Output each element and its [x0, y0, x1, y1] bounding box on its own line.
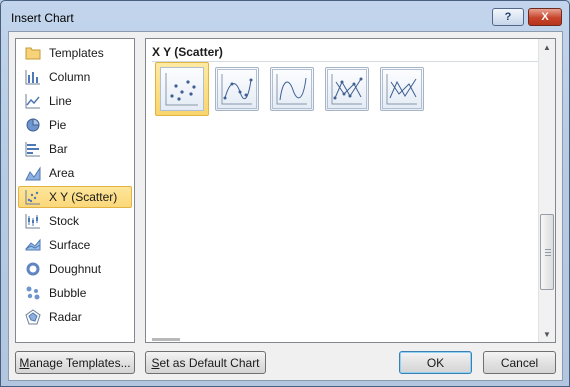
- title-bar[interactable]: Insert Chart ? X: [1, 1, 569, 31]
- sidebar-item-label: Pie: [49, 118, 67, 132]
- ok-button[interactable]: OK: [399, 351, 472, 374]
- scrollbar-grip-icon: [545, 249, 551, 256]
- thumb-scatter-straight-lines[interactable]: [380, 67, 424, 111]
- button-label: et as Default Chart: [159, 355, 260, 370]
- sidebar-item-bar[interactable]: Bar: [18, 138, 132, 160]
- sidebar-item-area[interactable]: Area: [18, 162, 132, 184]
- stock-chart-icon: [25, 213, 41, 229]
- sidebar-item-templates[interactable]: Templates: [18, 42, 132, 64]
- thumb-scatter-smooth-lines-markers[interactable]: [215, 67, 259, 111]
- cancel-button[interactable]: Cancel: [483, 351, 556, 374]
- chart-type-list: Templates Column Line Pie Bar Area X Y (…: [15, 38, 135, 343]
- mnemonic-letter: M: [19, 355, 30, 370]
- next-section-header-partial: [152, 335, 192, 341]
- sidebar-item-doughnut[interactable]: Doughnut: [18, 258, 132, 280]
- sidebar-item-surface[interactable]: Surface: [18, 234, 132, 256]
- scatter-straight-lines-icon: [382, 69, 422, 109]
- scatter-straight-lines-markers-icon: [327, 69, 367, 109]
- button-label: anage Templates...: [29, 355, 131, 370]
- sidebar-item-radar[interactable]: Radar: [18, 306, 132, 328]
- dialog-client-area: Templates Column Line Pie Bar Area X Y (…: [8, 31, 563, 381]
- sidebar-item-label: X Y (Scatter): [49, 190, 118, 204]
- templates-folder-icon: [25, 45, 41, 61]
- sidebar-item-label: Area: [49, 166, 75, 180]
- scroll-up-arrow-icon[interactable]: ▲: [539, 39, 555, 55]
- sidebar-item-label: Bar: [49, 142, 68, 156]
- sidebar-item-label: Surface: [49, 238, 91, 252]
- thumb-scatter-smooth-lines[interactable]: [270, 67, 314, 111]
- manage-templates-button[interactable]: Manage Templates...: [15, 351, 135, 374]
- close-icon: X: [541, 11, 549, 23]
- scatter-chart-icon: [25, 189, 41, 205]
- section-title: X Y (Scatter): [152, 45, 223, 59]
- sidebar-item-label: Stock: [49, 214, 80, 228]
- column-chart-icon: [25, 69, 41, 85]
- sidebar-item-bubble[interactable]: Bubble: [18, 282, 132, 304]
- set-as-default-chart-button[interactable]: Set as Default Chart: [145, 351, 266, 374]
- scatter-smooth-lines-markers-icon: [217, 69, 257, 109]
- scroll-down-arrow-icon[interactable]: ▼: [539, 326, 555, 342]
- sidebar-item-label: Templates: [49, 46, 104, 60]
- sidebar-item-scatter[interactable]: X Y (Scatter): [18, 186, 132, 208]
- area-chart-icon: [25, 165, 41, 181]
- chart-subtype-gallery: X Y (Scatter) ▲ ▼: [145, 38, 556, 343]
- scatter-smooth-lines-icon: [272, 69, 312, 109]
- sidebar-item-label: Line: [49, 94, 72, 108]
- insert-chart-dialog: Insert Chart ? X Templates Column Line P…: [0, 0, 570, 387]
- sidebar-item-pie[interactable]: Pie: [18, 114, 132, 136]
- line-chart-icon: [25, 93, 41, 109]
- sidebar-item-label: Radar: [49, 310, 82, 324]
- close-button[interactable]: X: [528, 8, 562, 26]
- sidebar-item-label: Column: [49, 70, 91, 84]
- radar-chart-icon: [25, 309, 41, 325]
- surface-chart-icon: [25, 237, 41, 253]
- doughnut-chart-icon: [25, 261, 41, 277]
- bubble-chart-icon: [25, 285, 41, 301]
- thumb-scatter-straight-lines-markers[interactable]: [325, 67, 369, 111]
- sidebar-item-label: Bubble: [49, 286, 87, 300]
- mnemonic-letter: S: [151, 355, 160, 370]
- sidebar-item-label: Doughnut: [49, 262, 102, 276]
- thumb-scatter-markers-only[interactable]: [155, 62, 209, 116]
- sidebar-item-column[interactable]: Column: [18, 66, 132, 88]
- window-title: Insert Chart: [11, 11, 74, 25]
- scatter-markers-only-icon: [160, 67, 204, 111]
- sidebar-item-stock[interactable]: Stock: [18, 210, 132, 232]
- section-divider: [152, 61, 538, 62]
- help-button[interactable]: ?: [492, 8, 524, 26]
- pie-chart-icon: [25, 117, 41, 133]
- bar-chart-icon: [25, 141, 41, 157]
- sidebar-item-line[interactable]: Line: [18, 90, 132, 112]
- scrollbar-thumb[interactable]: [540, 214, 554, 290]
- gallery-scrollbar[interactable]: ▲ ▼: [538, 39, 555, 342]
